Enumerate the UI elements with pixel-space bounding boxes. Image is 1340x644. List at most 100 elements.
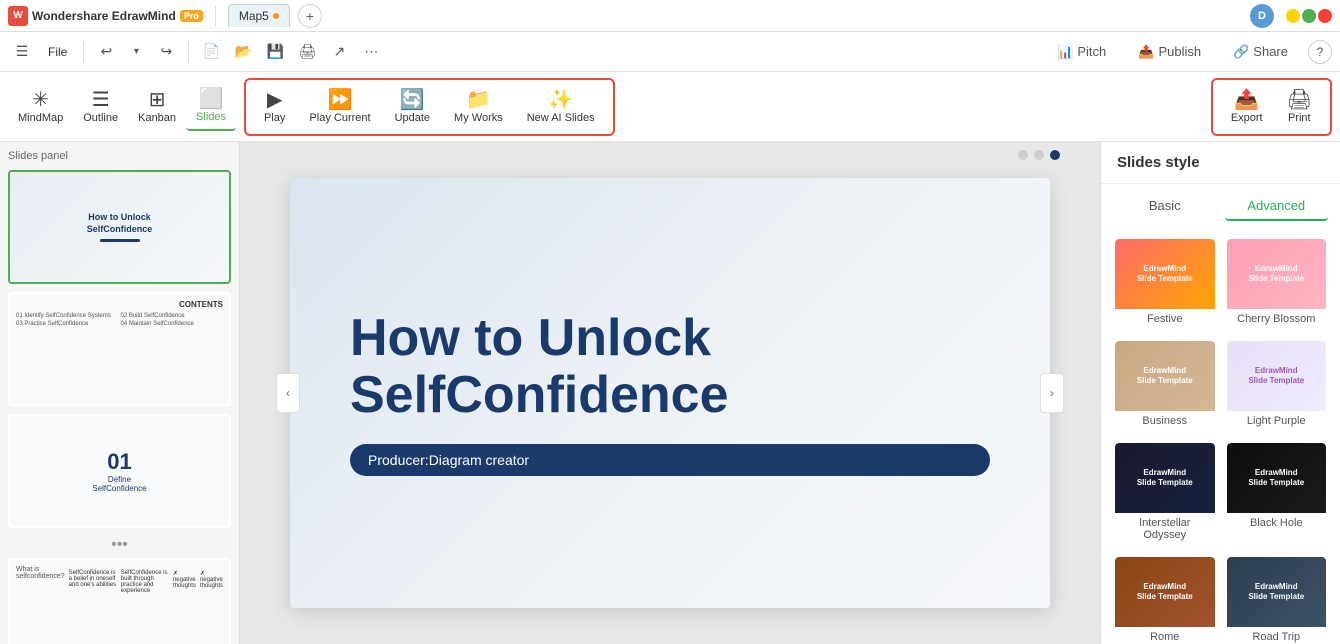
my-works-icon: 📁 — [466, 90, 491, 110]
nav-dot-3[interactable] — [1050, 150, 1060, 160]
slides-icon: ⬜ — [199, 89, 224, 109]
style-card-interstellar[interactable]: EdrawMindSlide Template Interstellar Ody… — [1113, 441, 1217, 547]
unsaved-dot — [273, 13, 279, 19]
more-icon[interactable]: ⋯ — [357, 38, 385, 66]
outline-label: Outline — [83, 112, 118, 124]
new-ai-slides-label: New AI Slides — [527, 112, 595, 124]
export-tool-icon: 📤 — [1234, 90, 1259, 110]
map-tab[interactable]: Map5 — [228, 4, 290, 27]
pitch-icon: 📊 — [1057, 44, 1073, 60]
style-card-blackhole[interactable]: EdrawMindSlide Template Black Hole — [1225, 441, 1329, 547]
export-tool[interactable]: 📤 Export — [1221, 84, 1273, 130]
kanban-tool[interactable]: ⊞ Kanban — [128, 84, 186, 130]
style-thumb-lightpurple: EdrawMindSlide Template — [1227, 341, 1327, 411]
share-label: Share — [1253, 44, 1288, 59]
outline-tool[interactable]: ☰ Outline — [73, 84, 128, 130]
nav-dot-1[interactable] — [1018, 150, 1028, 160]
slide-main: How to Unlock SelfConfidence Producer:Di… — [290, 178, 1050, 608]
style-panel-header: Slides style — [1101, 142, 1340, 184]
share-button[interactable]: 🔗 Share — [1221, 39, 1300, 65]
slide-more: ••• — [8, 536, 231, 554]
quote-1: SelfConfidence is a belief in oneself an… — [69, 570, 117, 644]
play-current-label: Play Current — [309, 112, 370, 124]
export-icon[interactable]: ↗ — [325, 38, 353, 66]
slide-thumbnail-2[interactable]: CONTENTS 01 Identify SelfConfidence Syst… — [8, 292, 231, 406]
slides-label: Slides — [196, 111, 226, 123]
slide-thumbnail-4[interactable]: What is selfconfidence? SelfConfidence i… — [8, 558, 231, 644]
new-tab-button[interactable]: + — [298, 4, 322, 28]
style-card-festive[interactable]: EdrawMindSlide Template Festive — [1113, 237, 1217, 331]
publish-icon: 📤 — [1138, 44, 1154, 60]
slide-thumbnail-3[interactable]: 01 DefineSelfConfidence — [8, 414, 231, 528]
redo-button[interactable]: ↪ — [152, 38, 180, 66]
style-card-rome[interactable]: EdrawMindSlide Template Rome — [1113, 555, 1217, 644]
sep2 — [188, 42, 189, 62]
slide-thumb-bar-1 — [100, 239, 140, 242]
style-card-lightpurple[interactable]: EdrawMindSlide Template Light Purple — [1225, 339, 1329, 433]
style-thumb-cherry: EdrawMindSlide Template — [1227, 239, 1327, 309]
undo-button[interactable]: ↩ — [92, 38, 120, 66]
slides-tool[interactable]: ⬜ Slides — [186, 83, 236, 131]
nav-dot-2[interactable] — [1034, 150, 1044, 160]
style-thumb-business: EdrawMindSlide Template — [1115, 341, 1215, 411]
close-button[interactable] — [1318, 9, 1332, 23]
mindmap-label: MindMap — [18, 112, 63, 124]
slide-contents-preview: CONTENTS — [16, 300, 223, 309]
toolbar: ✳ MindMap ☰ Outline ⊞ Kanban ⬜ Slides ▶ … — [0, 72, 1340, 142]
collapse-left-button[interactable]: ‹ — [276, 373, 300, 413]
main-content: Slides panel How to UnlockSelfConfidence… — [0, 142, 1340, 644]
tab-advanced[interactable]: Advanced — [1225, 192, 1329, 221]
style-name-business: Business — [1115, 411, 1215, 431]
my-works-tool[interactable]: 📁 My Works — [444, 84, 513, 130]
maximize-button[interactable] — [1302, 9, 1316, 23]
pitch-label: Pitch — [1077, 44, 1106, 59]
new-ai-slides-tool[interactable]: ✨ New AI Slides — [517, 84, 605, 130]
style-card-business[interactable]: EdrawMindSlide Template Business — [1113, 339, 1217, 433]
pitch-button[interactable]: 📊 Pitch — [1045, 39, 1118, 65]
style-thumb-festive: EdrawMindSlide Template — [1115, 239, 1215, 309]
tab-basic[interactable]: Basic — [1113, 192, 1217, 221]
expand-right-button[interactable]: › — [1040, 373, 1064, 413]
slides-style-panel: Slides style Basic Advanced EdrawMindSli… — [1100, 142, 1340, 644]
undo-dropdown[interactable]: ▾ — [122, 38, 150, 66]
print-tool[interactable]: 🖨 Print — [1277, 84, 1322, 130]
slide-title-preview-1: How to UnlockSelfConfidence — [87, 212, 153, 235]
mindmap-icon: ✳ — [32, 90, 49, 110]
style-name-blackhole: Black Hole — [1227, 513, 1327, 533]
avatar[interactable]: D — [1250, 4, 1274, 28]
new-file-icon[interactable]: 📄 — [197, 38, 225, 66]
lightpurple-thumb-text: EdrawMindSlide Template — [1244, 362, 1308, 391]
print-icon[interactable]: 🖨 — [293, 38, 321, 66]
style-grid: EdrawMindSlide Template Festive EdrawMin… — [1101, 229, 1340, 644]
minimize-button[interactable] — [1286, 9, 1300, 23]
style-card-roadtrip[interactable]: EdrawMindSlide Template Road Trip — [1225, 555, 1329, 644]
business-thumb-text: EdrawMindSlide Template — [1133, 362, 1197, 391]
play-tool[interactable]: ▶ Play — [254, 84, 295, 130]
publish-button[interactable]: 📤 Publish — [1126, 39, 1213, 65]
slide-thumb-preview-4: What is selfconfidence? SelfConfidence i… — [10, 560, 229, 644]
style-name-interstellar: Interstellar Odyssey — [1115, 513, 1215, 545]
quote-3: ✗ negative thoughts — [173, 570, 196, 644]
sidebar-toggle-icon[interactable]: ☰ — [8, 38, 36, 66]
slide-subtitle-preview: DefineSelfConfidence — [92, 475, 146, 493]
style-name-roadtrip: Road Trip — [1227, 627, 1327, 644]
menubar: ☰ File ↩ ▾ ↪ 📄 📂 💾 🖨 ↗ ⋯ 📊 Pitch 📤 Publi… — [0, 32, 1340, 72]
update-tool[interactable]: 🔄 Update — [385, 84, 440, 130]
rome-thumb-text: EdrawMindSlide Template — [1133, 578, 1197, 607]
cell-4: 04 Maintain SelfConfidence — [121, 321, 224, 327]
play-current-tool[interactable]: ⏩ Play Current — [299, 84, 380, 130]
new-ai-slides-icon: ✨ — [548, 90, 573, 110]
kanban-label: Kanban — [138, 112, 176, 124]
pro-badge: Pro — [180, 10, 203, 22]
slide-thumbnail-1[interactable]: How to UnlockSelfConfidence — [8, 170, 231, 284]
mindmap-tool[interactable]: ✳ MindMap — [8, 84, 73, 130]
print-label: Print — [1288, 112, 1311, 124]
open-file-icon[interactable]: 📂 — [229, 38, 257, 66]
help-button[interactable]: ? — [1308, 40, 1332, 64]
style-thumb-roadtrip: EdrawMindSlide Template — [1227, 557, 1327, 627]
style-name-lightpurple: Light Purple — [1227, 411, 1327, 431]
save-file-icon[interactable]: 💾 — [261, 38, 289, 66]
file-menu[interactable]: File — [40, 41, 75, 63]
style-card-cherry[interactable]: EdrawMindSlide Template Cherry Blossom — [1225, 237, 1329, 331]
cell-2: 02 Build SelfConfidence — [121, 313, 224, 319]
